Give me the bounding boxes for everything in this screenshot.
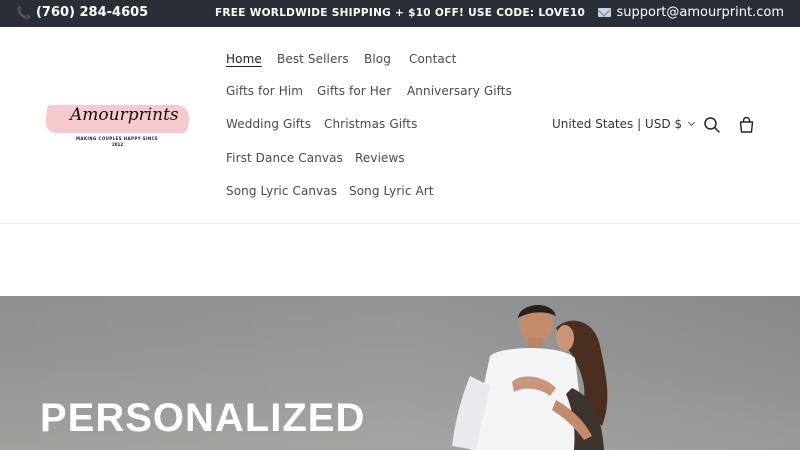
nav-item-gifts-for-her[interactable]: Gifts for Her	[317, 84, 391, 98]
nav-item-song-lyric-art[interactable]: Song Lyric Art	[349, 184, 434, 198]
site-header: Amourprints MAKING COUPLES HAPPY SINCE 2…	[0, 27, 800, 224]
logo-brand-name: Amourprints	[70, 105, 179, 125]
email-address: support@amourprint.com	[616, 5, 784, 20]
logo-tagline: MAKING COUPLES HAPPY SINCE	[76, 136, 159, 141]
nav-item-anniversary-gifts[interactable]: Anniversary Gifts	[407, 84, 512, 98]
search-button[interactable]	[703, 116, 721, 138]
announcement-bar: 📞 (760) 284-4605 FREE WORLDWIDE SHIPPING…	[0, 0, 800, 27]
country-currency-label: United States | USD $	[552, 117, 683, 131]
phone-number: (760) 284-4605	[35, 5, 149, 20]
nav-item-wedding-gifts[interactable]: Wedding Gifts	[226, 117, 311, 131]
cart-icon	[739, 116, 754, 133]
nav-item-christmas-gifts[interactable]: Christmas Gifts	[324, 117, 417, 131]
nav-item-blog[interactable]: Blog	[364, 52, 391, 66]
nav-item-reviews[interactable]: Reviews	[355, 151, 405, 165]
nav-item-song-lyric-canvas[interactable]: Song Lyric Canvas	[226, 184, 337, 198]
nav-item-home[interactable]: Home	[226, 52, 262, 66]
promo-text: FREE WORLDWIDE SHIPPING + $10 OFF! USE C…	[214, 7, 586, 19]
nav-item-best-sellers[interactable]: Best Sellers	[277, 52, 349, 66]
hero-title: PERSONALIZED	[40, 396, 366, 440]
logo[interactable]: Amourprints MAKING COUPLES HAPPY SINCE 2…	[44, 103, 191, 149]
nav-item-contact[interactable]: Contact	[409, 52, 456, 66]
logo-year: 2012	[112, 142, 124, 147]
chevron-down-icon	[687, 118, 696, 127]
search-icon	[704, 117, 720, 133]
country-currency-selector[interactable]: United States | USD $	[552, 117, 696, 131]
hero-banner: PERSONALIZED	[0, 296, 800, 450]
phone-link[interactable]: 📞 (760) 284-4605	[16, 5, 148, 20]
cart-button[interactable]	[738, 116, 755, 138]
email-icon	[598, 8, 612, 17]
email-link[interactable]: support@amourprint.com	[598, 5, 784, 20]
phone-icon: 📞	[16, 5, 31, 20]
nav-item-first-dance-canvas[interactable]: First Dance Canvas	[226, 151, 343, 165]
nav-item-gifts-for-him[interactable]: Gifts for Him	[226, 84, 303, 98]
